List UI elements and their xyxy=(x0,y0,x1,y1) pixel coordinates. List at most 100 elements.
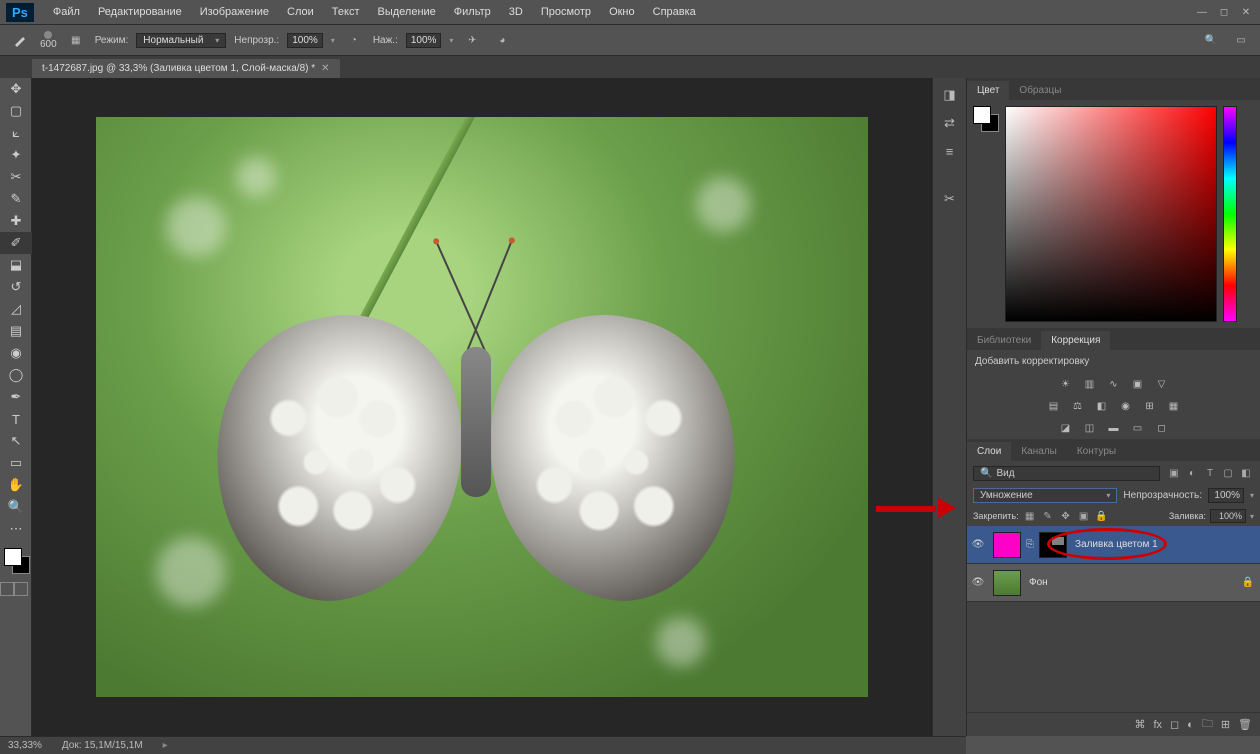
menu-3d[interactable]: 3D xyxy=(500,6,532,18)
new-fill-adjustment-icon[interactable]: ◐ xyxy=(1187,719,1194,731)
balance-icon[interactable]: ⚖ xyxy=(1069,397,1087,415)
mask-thumb[interactable] xyxy=(1039,532,1067,558)
menu-edit[interactable]: Редактирование xyxy=(89,6,191,18)
gradient-map-icon[interactable]: ▭ xyxy=(1129,419,1147,437)
pen-tool-icon[interactable]: ✒ xyxy=(0,386,32,408)
layer-opacity-input[interactable]: 100% xyxy=(1208,488,1244,503)
lock-all-icon[interactable]: 🔒 xyxy=(1095,509,1109,523)
search-icon[interactable]: 🔍 xyxy=(1200,29,1222,51)
picker-swatches[interactable] xyxy=(973,106,999,132)
flow-input[interactable]: 100% xyxy=(406,33,442,48)
move-tool-icon[interactable]: ✥ xyxy=(0,78,32,100)
filter-smart-icon[interactable]: ◧ xyxy=(1238,465,1254,481)
close-icon[interactable]: ✕ xyxy=(1238,6,1254,18)
lock-image-icon[interactable]: ✎ xyxy=(1041,509,1055,523)
fill-thumb[interactable] xyxy=(993,532,1021,558)
paths-tab[interactable]: Контуры xyxy=(1067,442,1126,461)
curves-icon[interactable]: ∿ xyxy=(1105,375,1123,393)
crop-tool-icon[interactable]: ✂ xyxy=(0,166,32,188)
tab-close-icon[interactable]: ✕ xyxy=(321,63,329,74)
history-brush-tool-icon[interactable]: ↺ xyxy=(0,276,32,298)
channels-tab[interactable]: Каналы xyxy=(1011,442,1067,461)
pressure-opacity-icon[interactable]: ◔ xyxy=(343,29,365,51)
posterize-icon[interactable]: ◫ xyxy=(1081,419,1099,437)
menu-file[interactable]: Файл xyxy=(44,6,89,18)
type-tool-icon[interactable]: T xyxy=(0,408,32,430)
exposure-icon[interactable]: ▣ xyxy=(1129,375,1147,393)
lock-artboard-icon[interactable]: ▣ xyxy=(1077,509,1091,523)
opacity-input[interactable]: 100% xyxy=(287,33,323,48)
brush-panel-icon[interactable]: ▦ xyxy=(65,29,87,51)
link-layers-icon[interactable]: ⌘ xyxy=(1134,718,1145,731)
lock-transparent-icon[interactable]: ▦ xyxy=(1023,509,1037,523)
vibrance-icon[interactable]: ▽ xyxy=(1153,375,1171,393)
filter-type-icon[interactable]: T xyxy=(1202,465,1218,481)
history-panel-icon[interactable]: ◨ xyxy=(939,84,961,106)
selective-icon[interactable]: ◻ xyxy=(1153,419,1171,437)
bw-icon[interactable]: ◧ xyxy=(1093,397,1111,415)
eraser-tool-icon[interactable]: ◿ xyxy=(0,298,32,320)
filter-shape-icon[interactable]: ▢ xyxy=(1220,465,1236,481)
brush-preset-picker[interactable]: 600 xyxy=(40,31,57,50)
gradient-tool-icon[interactable]: ▤ xyxy=(0,320,32,342)
canvas-area[interactable] xyxy=(32,78,932,736)
menu-layers[interactable]: Слои xyxy=(278,6,323,18)
document-canvas[interactable] xyxy=(96,117,868,697)
fill-input[interactable]: 100% xyxy=(1210,509,1246,523)
lock-position-icon[interactable]: ✥ xyxy=(1059,509,1073,523)
rectangle-tool-icon[interactable]: ▭ xyxy=(0,452,32,474)
lasso-tool-icon[interactable]: ⟀ xyxy=(0,122,32,144)
menu-window[interactable]: Окно xyxy=(600,6,644,18)
swatches-tab[interactable]: Образцы xyxy=(1009,81,1071,100)
color-tab[interactable]: Цвет xyxy=(967,81,1009,100)
menu-filter[interactable]: Фильтр xyxy=(445,6,500,18)
foreground-color-swatch[interactable] xyxy=(4,548,22,566)
pressure-size-icon[interactable]: ◕ xyxy=(491,29,513,51)
blur-tool-icon[interactable]: ◉ xyxy=(0,342,32,364)
adjustments-tab[interactable]: Коррекция xyxy=(1041,331,1110,350)
blend-mode-dropdown[interactable]: Нормальный▾ xyxy=(136,33,226,48)
maximize-icon[interactable]: ◻ xyxy=(1216,6,1232,18)
color-field[interactable] xyxy=(1005,106,1217,322)
bg-thumb[interactable] xyxy=(993,570,1021,596)
actions-panel-icon[interactable]: ⇄ xyxy=(939,112,961,134)
layer-name[interactable]: Заливка цветом 1 xyxy=(1071,539,1158,550)
menu-select[interactable]: Выделение xyxy=(369,6,445,18)
menu-help[interactable]: Справка xyxy=(644,6,705,18)
new-group-icon[interactable]: 🗀 xyxy=(1202,715,1213,734)
layer-row-fill[interactable]: 👁 ⎘ Заливка цветом 1 xyxy=(967,526,1260,564)
layer-name[interactable]: Фон xyxy=(1025,577,1048,588)
healing-tool-icon[interactable]: ✚ xyxy=(0,210,32,232)
filter-pixel-icon[interactable]: ▣ xyxy=(1166,465,1182,481)
airbrush-icon[interactable]: ✈ xyxy=(461,29,483,51)
layers-tab[interactable]: Слои xyxy=(967,442,1011,461)
dodge-tool-icon[interactable]: ◯ xyxy=(0,364,32,386)
quick-select-tool-icon[interactable]: ✦ xyxy=(0,144,32,166)
brush-tool-icon[interactable] xyxy=(8,28,32,52)
lookup-icon[interactable]: ▦ xyxy=(1165,397,1183,415)
menu-image[interactable]: Изображение xyxy=(191,6,278,18)
edit-toolbar-icon[interactable]: ⋯ xyxy=(0,518,32,540)
brightness-icon[interactable]: ☀ xyxy=(1057,375,1075,393)
zoom-tool-icon[interactable]: 🔍 xyxy=(0,496,32,518)
quick-mask-icon[interactable] xyxy=(0,582,31,596)
layer-row-background[interactable]: 👁 Фон 🔒 xyxy=(967,564,1260,602)
color-swatches[interactable] xyxy=(0,546,32,578)
visibility-toggle-icon[interactable]: 👁 xyxy=(967,539,989,550)
menu-view[interactable]: Просмотр xyxy=(532,6,600,18)
hue-slider[interactable] xyxy=(1223,106,1237,322)
properties-panel-icon[interactable]: ≡ xyxy=(939,140,961,162)
mixer-icon[interactable]: ⊞ xyxy=(1141,397,1159,415)
delete-layer-icon[interactable]: 🗑 xyxy=(1238,718,1252,731)
hue-icon[interactable]: ▤ xyxy=(1045,397,1063,415)
invert-icon[interactable]: ◪ xyxy=(1057,419,1075,437)
new-layer-icon[interactable]: ⊞ xyxy=(1221,718,1230,731)
libraries-tab[interactable]: Библиотеки xyxy=(967,331,1041,350)
marquee-tool-icon[interactable]: ▢ xyxy=(0,100,32,122)
blend-mode-select[interactable]: Умножение▾ xyxy=(973,488,1117,503)
eyedropper-tool-icon[interactable]: ✎ xyxy=(0,188,32,210)
visibility-toggle-icon[interactable]: 👁 xyxy=(967,577,989,588)
levels-icon[interactable]: ▥ xyxy=(1081,375,1099,393)
filter-adjust-icon[interactable]: ◐ xyxy=(1184,465,1200,481)
minimize-icon[interactable]: — xyxy=(1194,6,1210,18)
